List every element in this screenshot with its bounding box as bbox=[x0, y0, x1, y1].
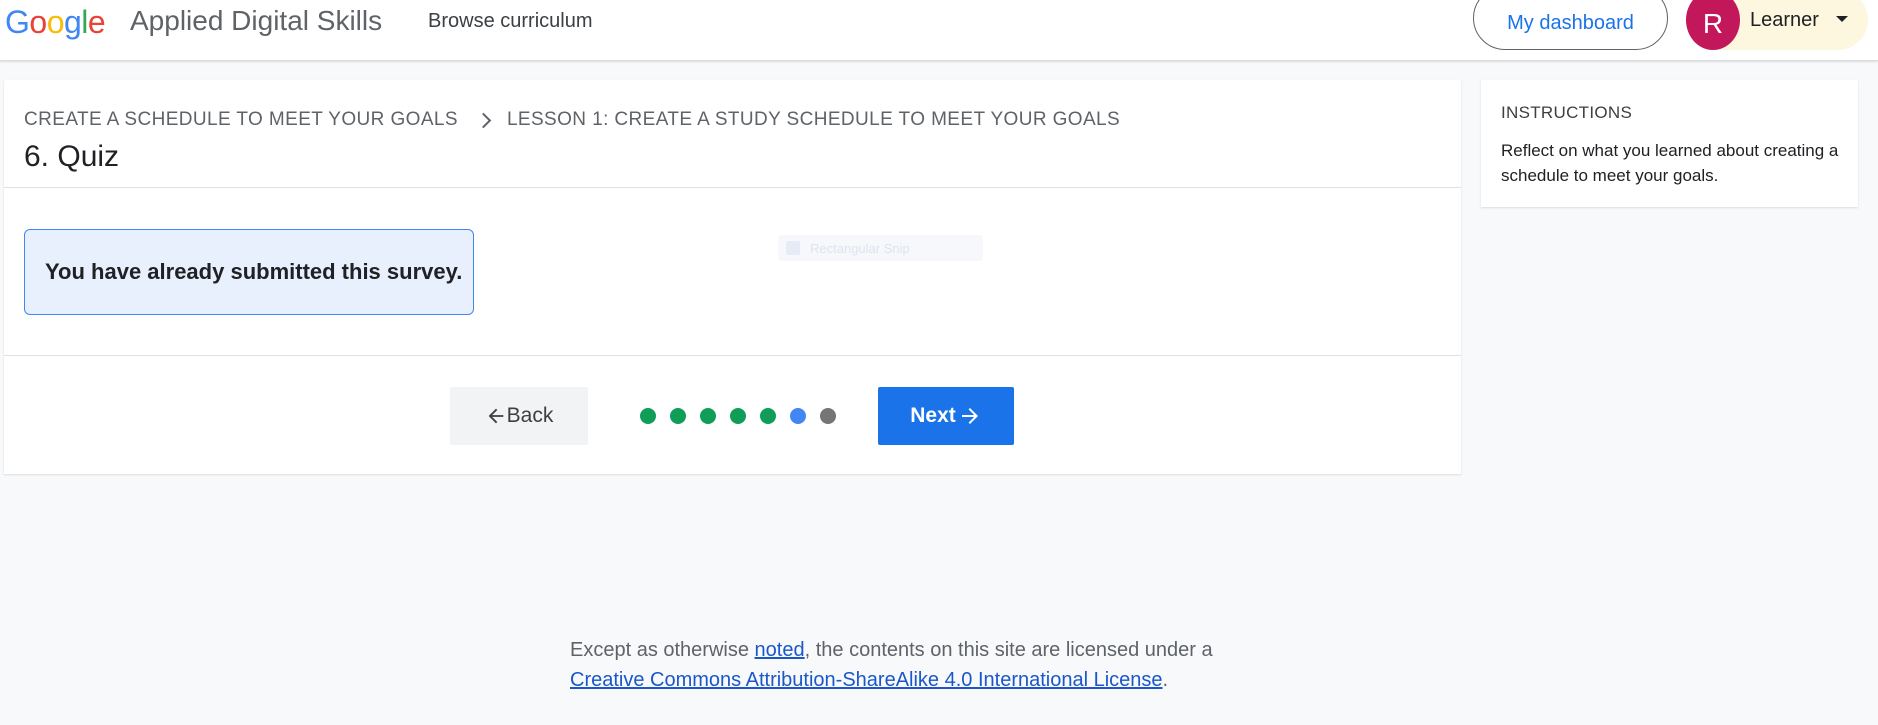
caret-down-icon bbox=[1836, 16, 1848, 22]
progress-dot[interactable] bbox=[820, 408, 836, 424]
logo-letter: o bbox=[46, 4, 65, 40]
progress-dot[interactable] bbox=[670, 408, 686, 424]
footer-middle: , the contents on this site are licensed… bbox=[804, 639, 1213, 661]
page-title: 6. Quiz bbox=[24, 140, 120, 173]
progress-dot[interactable] bbox=[640, 408, 656, 424]
chevron-right-icon bbox=[475, 112, 492, 128]
breadcrumb: CREATE A SCHEDULE TO MEET YOUR GOALS LES… bbox=[24, 109, 1120, 131]
arrow-right-icon bbox=[961, 408, 978, 424]
user-menu[interactable]: R Learner bbox=[1686, 0, 1868, 50]
next-button[interactable]: Next bbox=[878, 387, 1014, 445]
arrow-left-icon bbox=[488, 408, 503, 424]
progress-dot[interactable] bbox=[730, 408, 746, 424]
avatar-initial: R bbox=[1702, 8, 1724, 39]
divider bbox=[4, 187, 1461, 188]
app-title[interactable]: Applied Digital Skills bbox=[130, 4, 382, 38]
progress-dot-current[interactable] bbox=[790, 408, 806, 424]
snip-icon bbox=[786, 241, 800, 255]
progress-dot[interactable] bbox=[760, 408, 776, 424]
progress-dots bbox=[640, 408, 836, 424]
notice-text: You have already submitted this survey. bbox=[45, 259, 463, 284]
instructions-text: Reflect on what you learned about creati… bbox=[1501, 141, 1839, 185]
logo-letter: l bbox=[81, 4, 88, 40]
logo-letter: e bbox=[87, 4, 106, 40]
snip-tool-overlay: Rectangular Snip bbox=[778, 235, 983, 261]
google-logo[interactable]: Google bbox=[5, 2, 106, 42]
survey-submitted-notice: You have already submitted this survey. bbox=[24, 229, 474, 315]
instructions-panel: INSTRUCTIONS Reflect on what you learned… bbox=[1481, 80, 1858, 207]
license-link[interactable]: Creative Commons Attribution-ShareAlike … bbox=[570, 669, 1163, 691]
progress-dot[interactable] bbox=[700, 408, 716, 424]
back-button[interactable]: Back bbox=[450, 387, 588, 445]
divider bbox=[4, 355, 1461, 356]
avatar: R bbox=[1686, 0, 1740, 50]
breadcrumb-lesson[interactable]: LESSON 1: CREATE A STUDY SCHEDULE TO MEE… bbox=[507, 109, 1120, 131]
logo-letter: o bbox=[29, 4, 47, 40]
lesson-card: CREATE A SCHEDULE TO MEET YOUR GOALS LES… bbox=[4, 80, 1461, 474]
my-dashboard-button[interactable]: My dashboard bbox=[1473, 0, 1668, 50]
my-dashboard-label: My dashboard bbox=[1507, 11, 1634, 34]
next-label: Next bbox=[910, 404, 956, 427]
browse-curriculum-link[interactable]: Browse curriculum bbox=[428, 9, 592, 33]
top-app-bar: Google Applied Digital Skills Browse cur… bbox=[0, 0, 1878, 61]
breadcrumb-course[interactable]: CREATE A SCHEDULE TO MEET YOUR GOALS bbox=[24, 109, 458, 131]
back-label: Back bbox=[506, 404, 554, 427]
snip-tool-label: Rectangular Snip bbox=[810, 240, 910, 256]
noted-link[interactable]: noted bbox=[755, 639, 805, 661]
instructions-heading: INSTRUCTIONS bbox=[1501, 103, 1633, 122]
logo-letter: G bbox=[5, 4, 30, 40]
logo-letter: g bbox=[63, 4, 82, 40]
footer-prefix: Except as otherwise bbox=[570, 639, 755, 661]
footer-suffix: . bbox=[1162, 669, 1169, 691]
user-name: Learner bbox=[1750, 9, 1819, 31]
license-footer: Except as otherwise noted, the contents … bbox=[570, 635, 1290, 695]
